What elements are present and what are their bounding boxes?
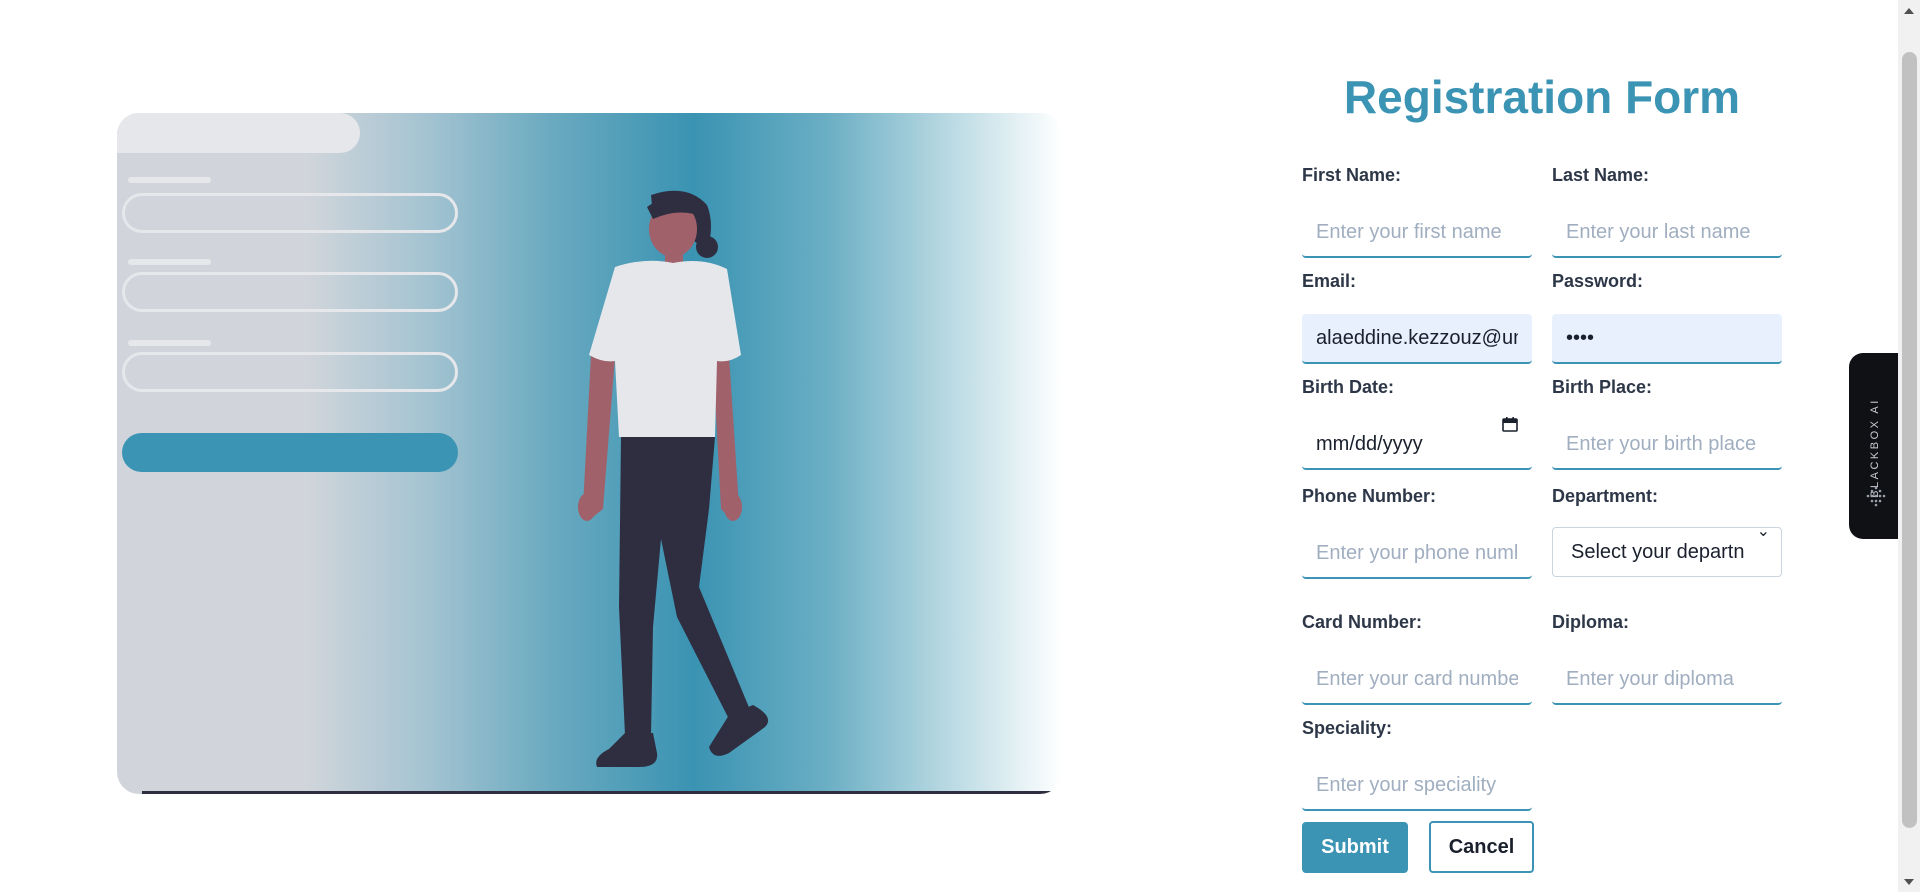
first-name-label: First Name:	[1302, 165, 1402, 185]
last-name-field: Last Name:	[1552, 164, 1782, 258]
scroll-down-icon[interactable]	[1904, 879, 1914, 885]
blackbox-ai-widget[interactable]: BLACKBOX AI	[1849, 353, 1901, 539]
blackbox-logo-icon	[1866, 486, 1886, 507]
phone-field: Phone Number:	[1302, 485, 1532, 579]
scroll-up-icon[interactable]	[1904, 8, 1914, 14]
mock-label	[128, 177, 211, 183]
department-label: Department:	[1552, 486, 1659, 506]
scrollbar-thumb[interactable]	[1902, 52, 1917, 828]
speciality-label: Speciality:	[1302, 718, 1393, 738]
cancel-button[interactable]: Cancel	[1429, 821, 1534, 873]
diploma-label: Diploma:	[1552, 612, 1630, 632]
email-input[interactable]	[1302, 314, 1532, 364]
mock-input	[122, 193, 458, 233]
department-field: Department: Select your departn ⌄	[1552, 485, 1782, 577]
phone-label: Phone Number:	[1302, 486, 1437, 506]
submit-button[interactable]: Submit	[1302, 822, 1408, 873]
diploma-field: Diploma:	[1552, 611, 1782, 705]
card-number-label: Card Number:	[1302, 612, 1423, 632]
birth-place-field: Birth Place:	[1552, 376, 1782, 470]
mock-title-bar	[117, 113, 360, 153]
ground-line	[142, 791, 1062, 794]
birth-date-label: Birth Date:	[1302, 377, 1395, 397]
department-select[interactable]: Select your departn	[1552, 527, 1782, 577]
first-name-input[interactable]	[1302, 208, 1532, 258]
last-name-label: Last Name:	[1552, 165, 1650, 185]
speciality-input[interactable]	[1302, 761, 1532, 811]
email-label: Email:	[1302, 271, 1357, 291]
password-input[interactable]	[1552, 314, 1782, 364]
first-name-field: First Name:	[1302, 164, 1532, 258]
password-field: Password:	[1552, 270, 1782, 364]
last-name-input[interactable]	[1552, 208, 1782, 258]
email-field: Email:	[1302, 270, 1532, 364]
mock-input	[122, 272, 458, 312]
birth-place-label: Birth Place:	[1552, 377, 1653, 397]
birth-date-field: Birth Date:	[1302, 376, 1532, 470]
birth-place-input[interactable]	[1552, 420, 1782, 470]
mock-label	[128, 340, 211, 346]
card-number-input[interactable]	[1302, 655, 1532, 705]
phone-input[interactable]	[1302, 529, 1532, 579]
registration-illustration	[117, 113, 1062, 794]
password-label: Password:	[1552, 271, 1644, 291]
diploma-input[interactable]	[1552, 655, 1782, 705]
card-number-field: Card Number:	[1302, 611, 1532, 705]
blackbox-ai-label: BLACKBOX AI	[1869, 398, 1881, 498]
form-title: Registration Form	[1343, 71, 1741, 123]
mock-input	[122, 352, 458, 392]
birth-date-input[interactable]	[1302, 420, 1532, 470]
mock-label	[128, 259, 211, 265]
speciality-field: Speciality:	[1302, 717, 1532, 811]
mock-button	[122, 433, 458, 472]
page-scrollbar[interactable]	[1898, 0, 1920, 892]
walking-person-illustration	[578, 190, 769, 767]
